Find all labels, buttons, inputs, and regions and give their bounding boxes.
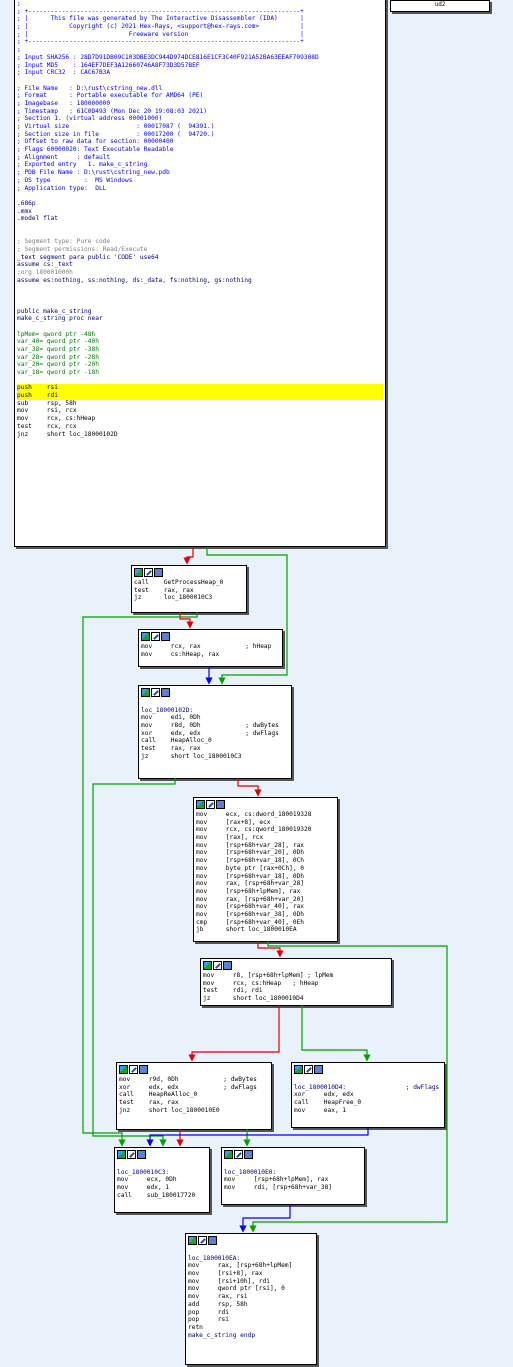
edge-b7-to-b8: [146, 1127, 369, 1147]
edge-b5-to-b7: [301, 1005, 371, 1062]
edge-header-to-b3: [206, 547, 288, 685]
flow-edges: [82, 547, 448, 1233]
edge-b5-to-b6: [188, 1005, 280, 1062]
edge-b4-to-b5: [257, 941, 284, 958]
edge-b1-to-b8: [82, 612, 198, 1147]
edge-b3-to-b4: [237, 778, 262, 797]
edge-b1-to-b2: [179, 612, 194, 629]
edge-b9-to-b10: [239, 1204, 291, 1233]
edge-b3-to-b8: [92, 778, 176, 1147]
edge-b4-to-b10: [249, 941, 448, 1233]
edge-header-to-b1: [183, 547, 194, 565]
